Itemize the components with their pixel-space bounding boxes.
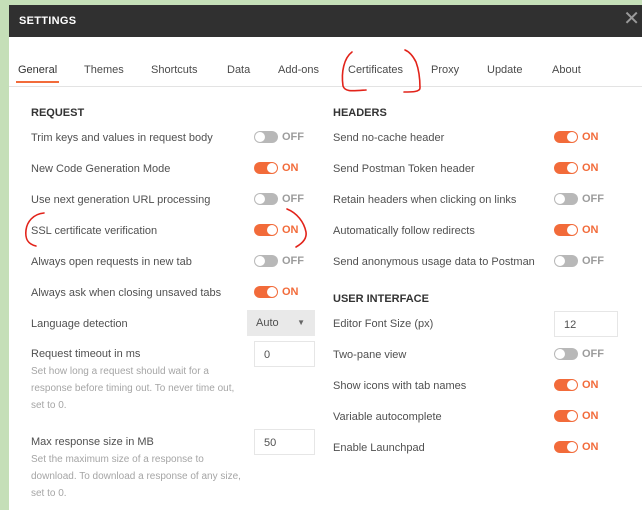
tab-general[interactable]: General (15, 64, 60, 83)
window-title: SETTINGS (19, 15, 77, 27)
ask-unsaved-label: Always ask when closing unsaved tabs (31, 287, 222, 299)
close-icon[interactable]: ✕ (623, 9, 640, 29)
tab-themes[interactable]: Themes (84, 64, 124, 76)
language-detection-select[interactable]: Auto ▼ (247, 310, 315, 336)
max-response-label: Max response size in MB (31, 436, 154, 448)
tab-proxy[interactable]: Proxy (431, 64, 459, 76)
no-cache-label: Send no-cache header (333, 132, 445, 144)
retain-headers-label: Retain headers when clicking on links (333, 194, 517, 206)
request-timeout-help: Set how long a request should wait for a… (31, 366, 235, 411)
headers-heading: HEADERS (333, 107, 387, 119)
tab-icons-label: Show icons with tab names (333, 380, 467, 392)
request-timeout-label: Request timeout in ms (31, 348, 141, 360)
max-response-help: Set the maximum size of a response to do… (31, 454, 241, 499)
two-pane-label: Two-pane view (333, 349, 407, 361)
chevron-down-icon: ▼ (297, 318, 305, 327)
tab-about[interactable]: About (552, 64, 581, 76)
postman-token-label: Send Postman Token header (333, 163, 475, 175)
language-detection-label: Language detection (31, 318, 128, 330)
tab-data[interactable]: Data (227, 64, 250, 76)
editor-font-size-label: Editor Font Size (px) (333, 318, 434, 330)
open-new-tab-label: Always open requests in new tab (31, 256, 192, 268)
title-bar: SETTINGS ✕ (9, 5, 642, 37)
trim-keys-label: Trim keys and values in request body (31, 132, 213, 144)
follow-redirects-label: Automatically follow redirects (333, 225, 475, 237)
tab-shortcuts[interactable]: Shortcuts (151, 64, 197, 76)
ssl-verification-label: SSL certificate verification (31, 225, 158, 237)
max-response-input[interactable]: 50 (254, 429, 315, 455)
request-heading: REQUEST (31, 107, 85, 119)
url-processing-label: Use next generation URL processing (31, 194, 211, 206)
settings-tabs: General Themes Shortcuts Data Add-ons Ce… (9, 37, 642, 87)
variable-autocomplete-label: Variable autocomplete (333, 411, 442, 423)
tab-add-ons[interactable]: Add-ons (278, 64, 319, 76)
tab-update[interactable]: Update (487, 64, 522, 76)
launchpad-label: Enable Launchpad (333, 442, 425, 454)
user-interface-heading: USER INTERFACE (333, 293, 429, 305)
usage-data-label: Send anonymous usage data to Postman (333, 256, 535, 268)
request-timeout-input[interactable]: 0 (254, 341, 315, 367)
code-generation-label: New Code Generation Mode (31, 163, 171, 175)
settings-window: SETTINGS ✕ General Themes Shortcuts Data… (9, 5, 642, 510)
tab-certificates[interactable]: Certificates (348, 64, 403, 76)
editor-font-size-input[interactable]: 12 (554, 311, 618, 337)
